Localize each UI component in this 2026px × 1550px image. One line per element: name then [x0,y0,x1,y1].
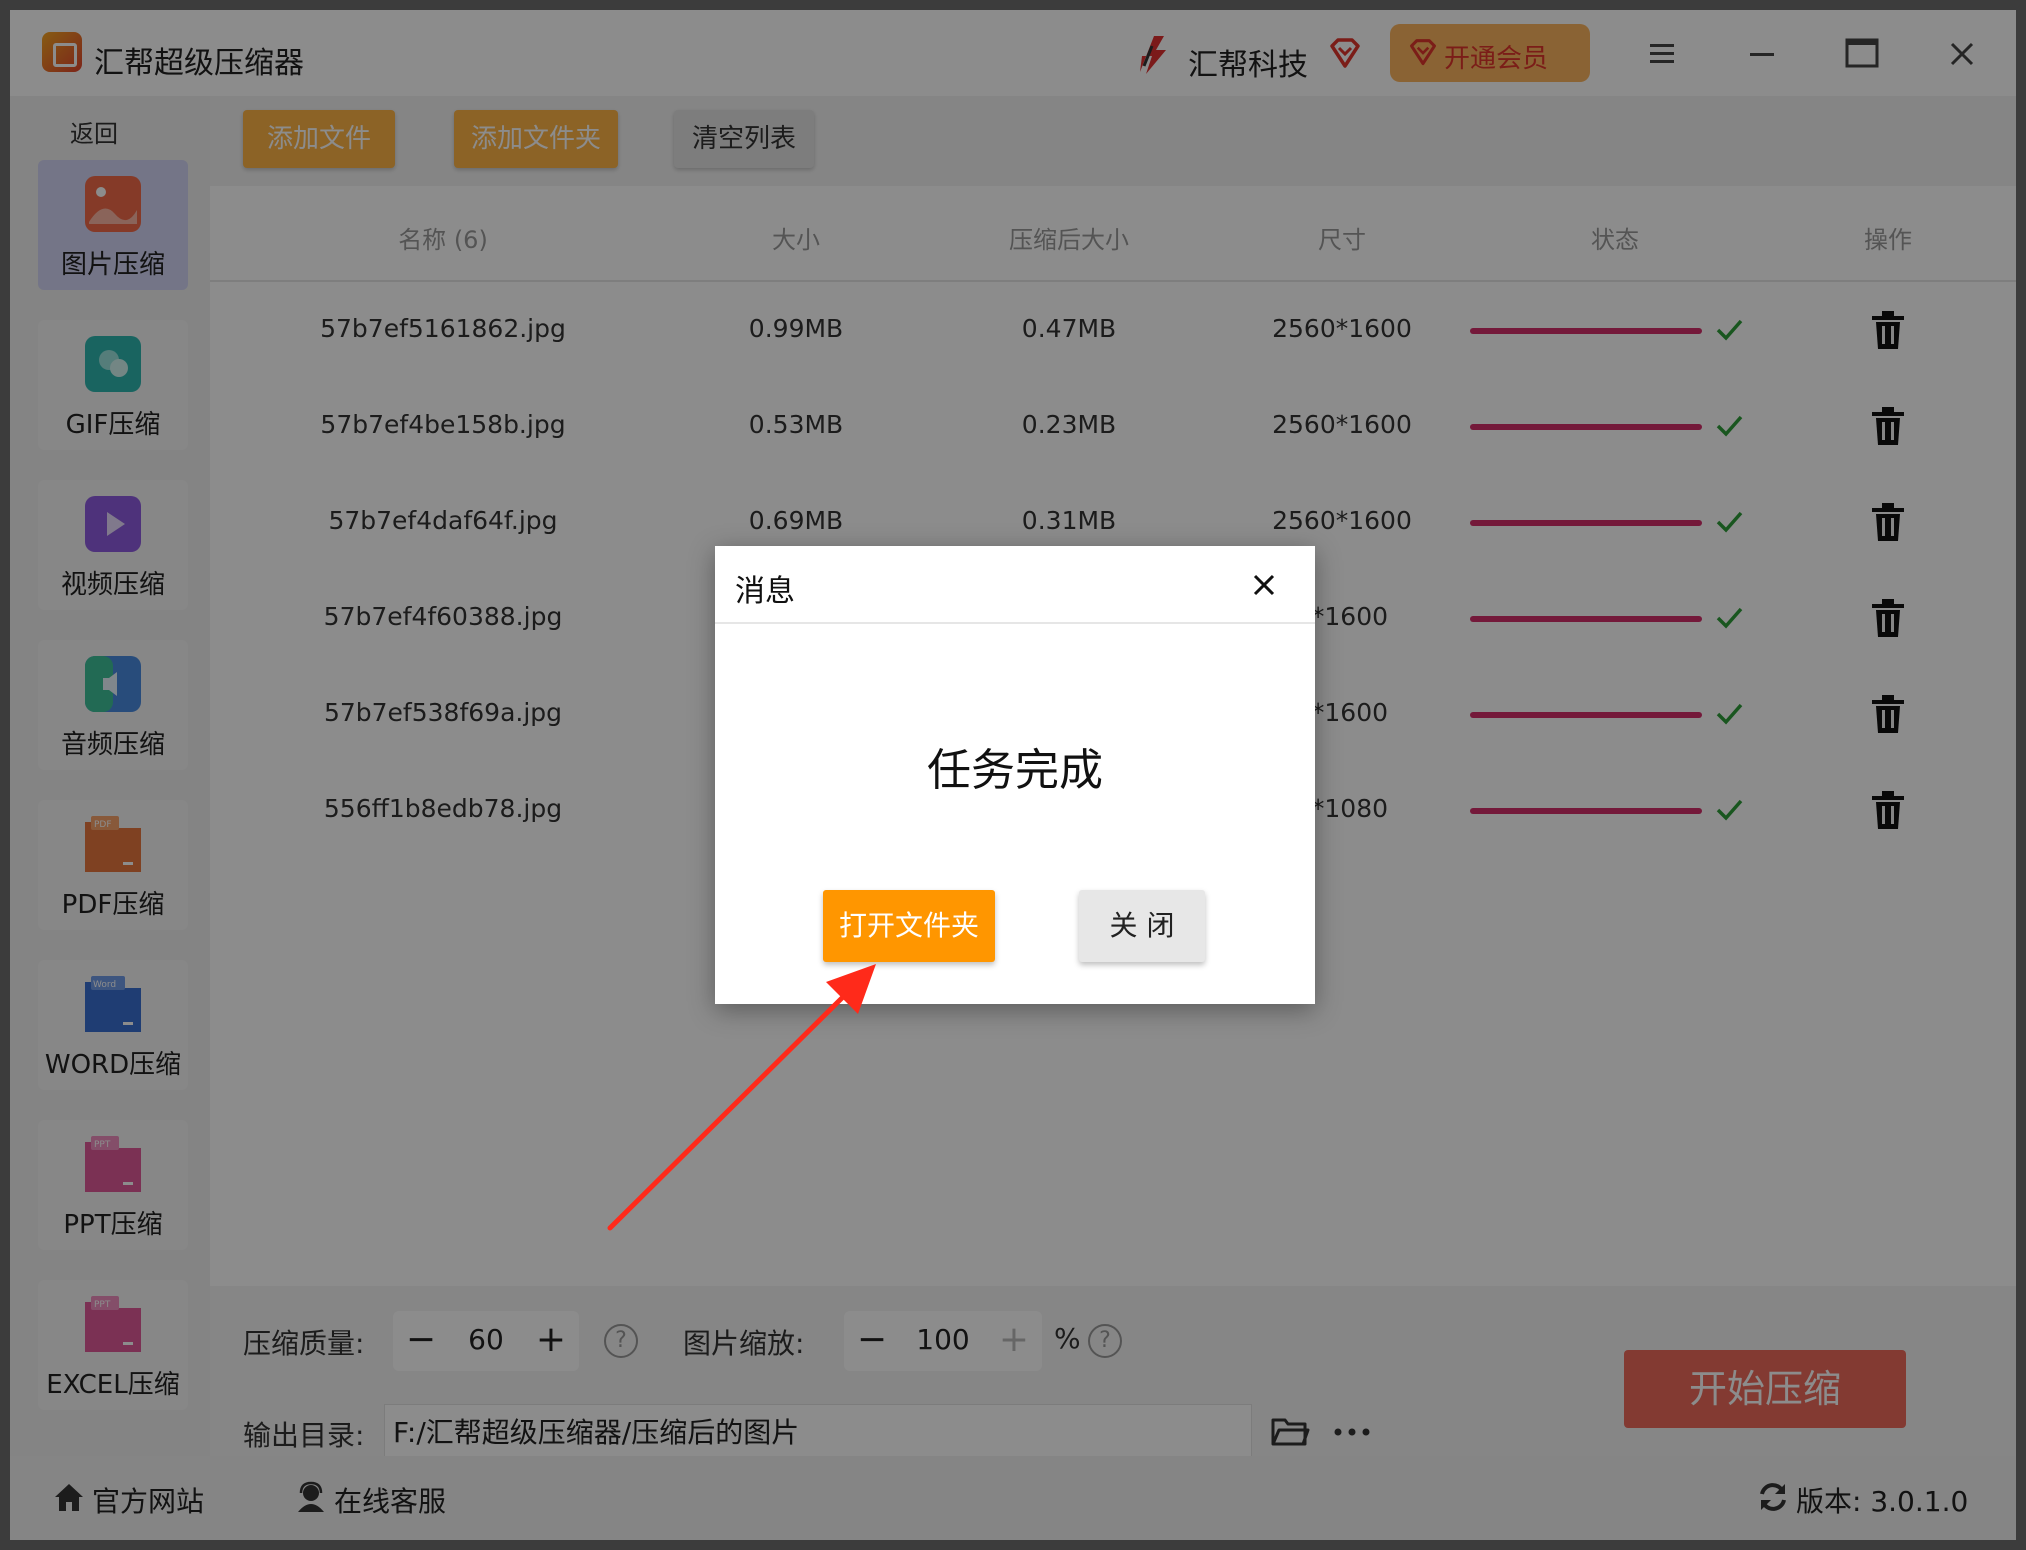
annotation-arrow-icon [607,964,876,1231]
dialog-title: 消息 [735,574,795,609]
message-dialog: 消息 任务完成 打开文件夹 关 闭 [715,546,1315,1004]
dialog-close-button[interactable]: 关 闭 [1079,890,1205,962]
dialog-message: 任务完成 [927,745,1103,796]
dialog-header: 消息 [715,546,1315,624]
open-folder-button[interactable]: 打开文件夹 [823,890,995,962]
close-icon[interactable] [1251,572,1277,598]
